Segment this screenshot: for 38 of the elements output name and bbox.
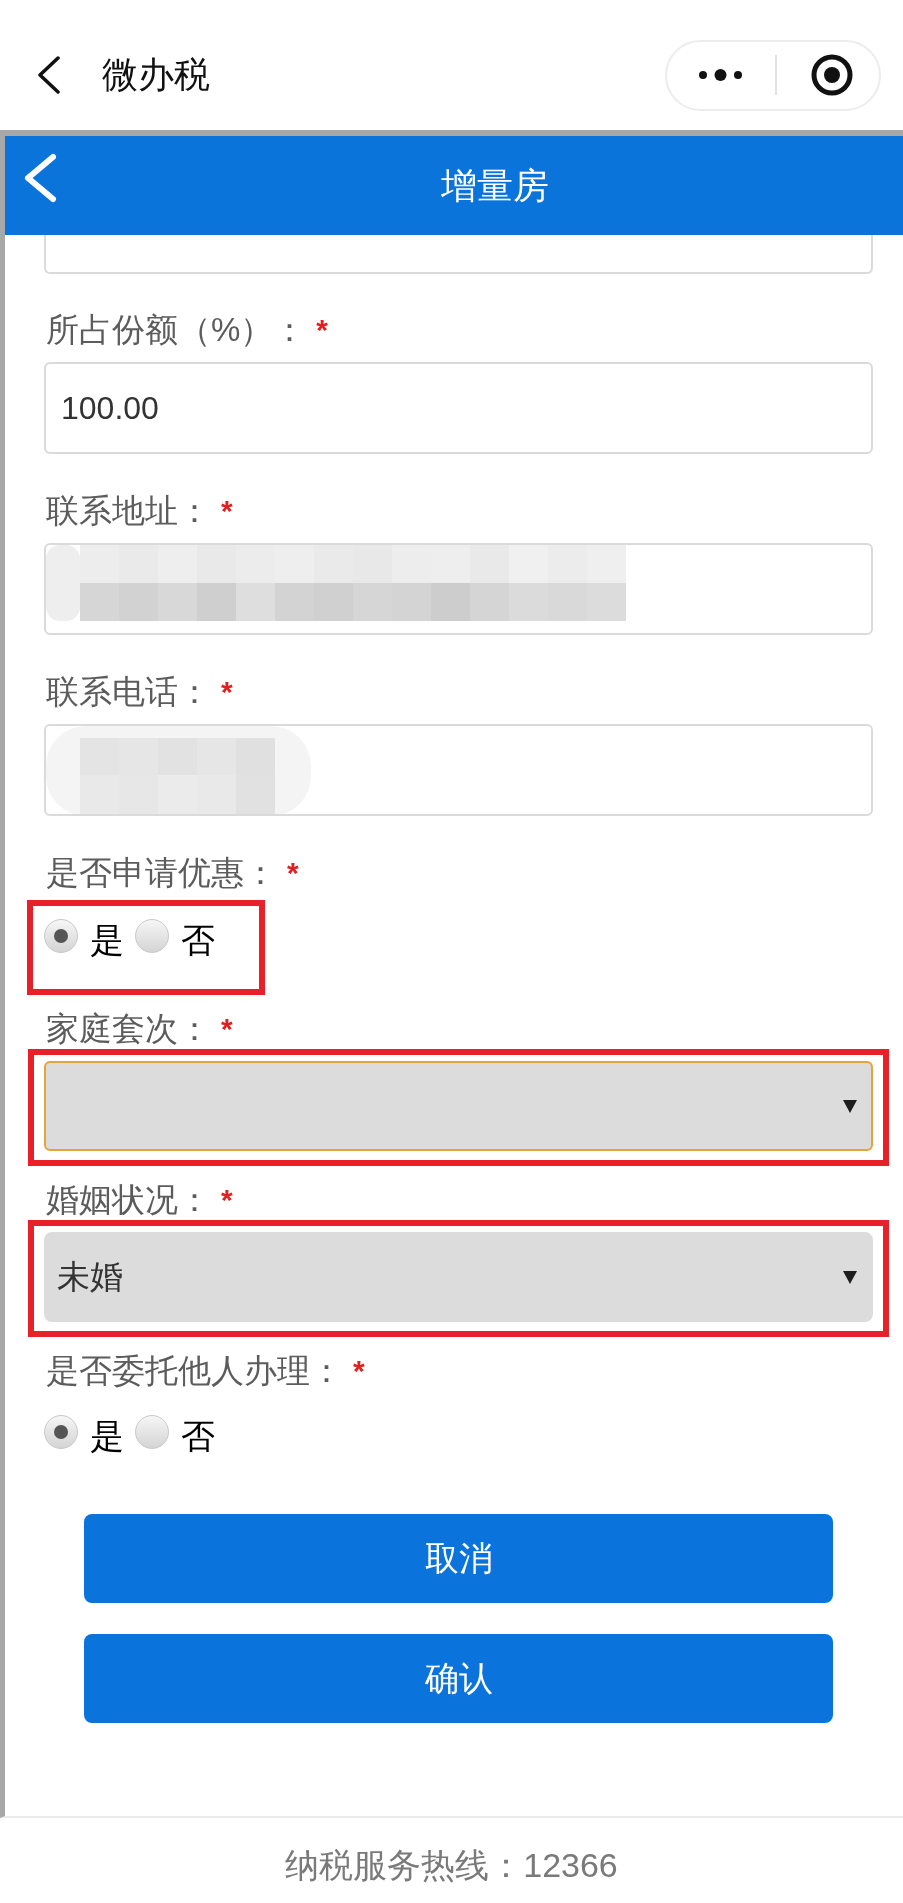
radio-button[interactable] [44,1415,78,1449]
select-field[interactable]: 未婚 [44,1232,873,1322]
required-mark: * [221,1011,233,1047]
field-label: 联系电话： [46,672,211,712]
required-mark: * [221,493,233,529]
page-title: 增量房 [440,163,549,208]
caret-down-icon [843,1270,857,1284]
field-label: 联系地址： [46,491,211,531]
radio-label[interactable]: 否 [181,1416,215,1456]
field-label: 是否委托他人办理： [46,1351,343,1391]
radio-button[interactable] [44,919,78,953]
radio-button[interactable] [135,1415,169,1449]
required-mark: * [221,1182,233,1218]
required-mark: * [287,855,299,891]
required-mark: * [221,674,233,710]
field-label: 是否申请优惠： [46,853,277,893]
input-field[interactable] [44,235,873,274]
action-button[interactable]: 取消 [84,1514,833,1603]
radio-label[interactable]: 是 [90,1416,124,1456]
select-field[interactable] [44,1061,873,1151]
radio-label[interactable]: 是 [90,920,124,960]
radio-label[interactable]: 否 [181,920,215,960]
more-icon[interactable] [699,69,742,81]
required-mark: * [353,1353,365,1389]
back-icon[interactable] [37,56,61,94]
hotline-text: 纳税服务热线：12366 [285,1845,618,1886]
input-field[interactable] [44,724,873,816]
field-label: 所占份额（%）： [46,310,307,350]
target-icon[interactable] [811,54,853,96]
input-field[interactable] [44,543,873,635]
caret-down-icon [843,1099,857,1113]
field-label: 婚姻状况： [46,1180,211,1220]
input-field[interactable]: 100.00 [44,362,873,454]
action-button[interactable]: 确认 [84,1634,833,1723]
field-label: 家庭套次： [46,1009,211,1049]
app-title: 微办税 [102,53,210,97]
radio-button[interactable] [135,919,169,953]
required-mark: * [316,312,329,348]
